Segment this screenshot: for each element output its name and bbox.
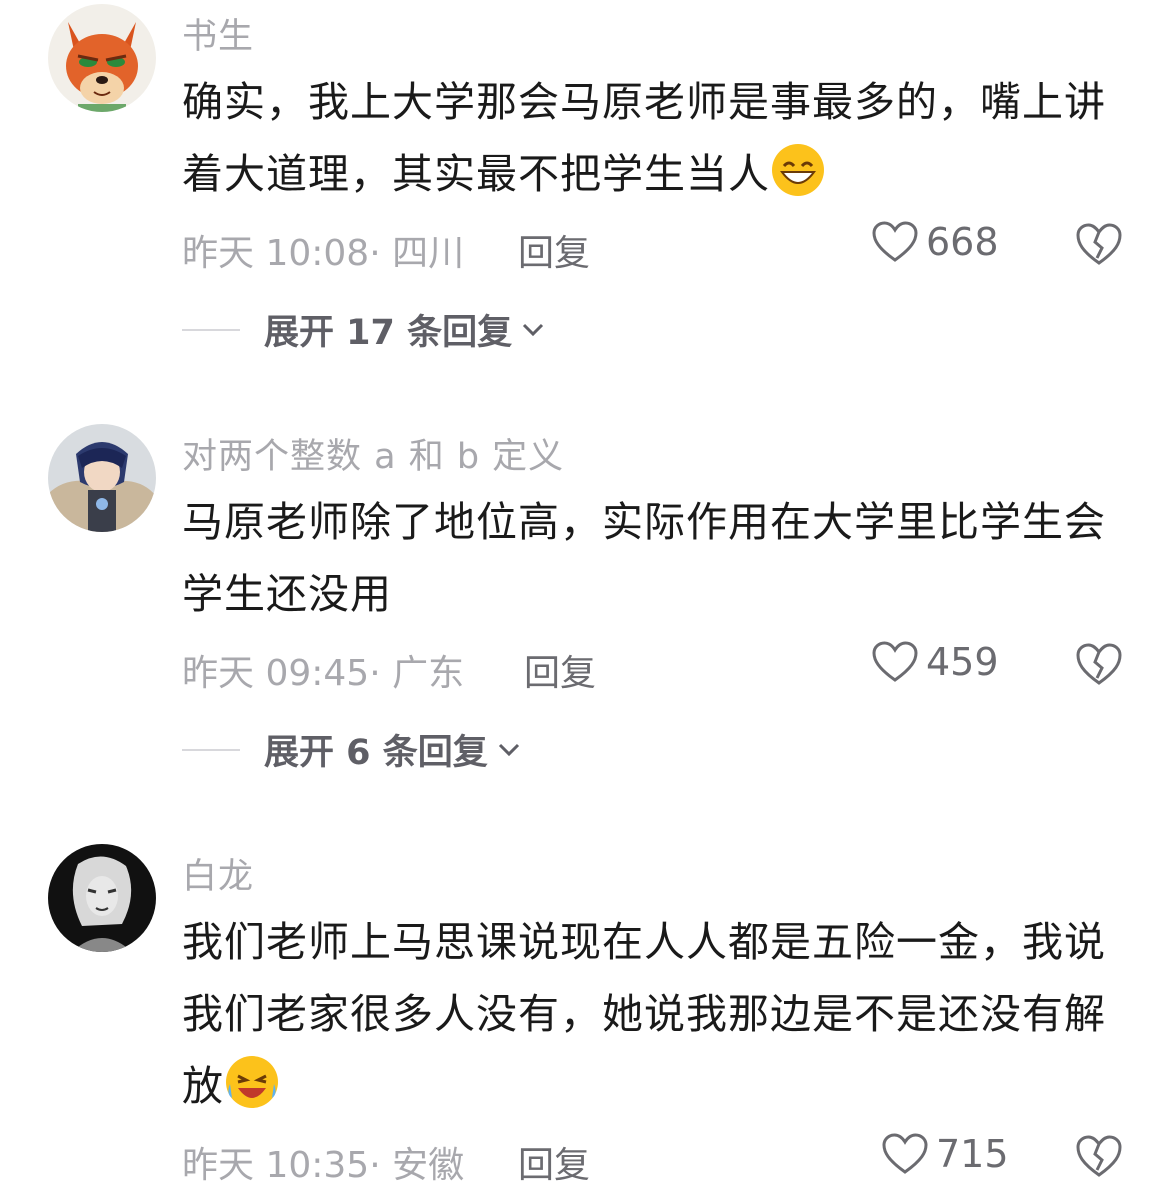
- comment-text: 确实，我上大学那会马原老师是事最多的，嘴上讲着大道理，其实最不把学生当人: [182, 66, 1112, 210]
- comment-location: 广东: [392, 653, 465, 694]
- like-count: 459: [926, 640, 999, 684]
- username[interactable]: 对两个整数 a 和 b 定义: [182, 428, 564, 479]
- comment-text: 马原老师除了地位高，实际作用在大学里比学生会学生还没用: [182, 498, 1106, 618]
- fox-avatar[interactable]: [48, 4, 156, 112]
- broken-heart-icon[interactable]: [1076, 642, 1122, 686]
- reply-button[interactable]: 回复: [518, 224, 590, 276]
- heart-icon: [872, 641, 918, 682]
- expand-replies[interactable]: 展开 17 条回复: [182, 304, 546, 355]
- dark-portrait-avatar[interactable]: [48, 844, 156, 952]
- expand-label: 展开 6 条回复: [264, 733, 488, 773]
- laugh-cry-emoji: [226, 1056, 278, 1108]
- divider-line: [182, 328, 240, 331]
- heart-icon: [872, 221, 918, 262]
- comment-location: 四川: [392, 233, 465, 274]
- comment-meta: 昨天 10:35· 安徽: [182, 1145, 465, 1186]
- comment-meta: 昨天 10:08· 四川: [182, 233, 465, 274]
- heart-icon: [882, 1133, 928, 1174]
- like-count: 715: [936, 1132, 1009, 1176]
- grin-emoji: [772, 144, 824, 196]
- like-button[interactable]: 715: [882, 1132, 1009, 1176]
- comment-meta: 昨天 09:45· 广东: [182, 653, 465, 694]
- chevron-down-icon: [498, 743, 519, 756]
- like-count: 668: [926, 220, 999, 264]
- broken-heart-icon[interactable]: [1076, 1134, 1122, 1178]
- comment-body: 我们老师上马思课说现在人人都是五险一金，我说我们老家很多人没有，她说我那边是不是…: [182, 918, 1106, 1110]
- comment-time: 昨天 10:35: [182, 1145, 370, 1186]
- expand-label: 展开 17 条回复: [264, 313, 513, 353]
- reply-button[interactable]: 回复: [518, 1136, 590, 1188]
- anime-avatar[interactable]: [48, 424, 156, 532]
- like-button[interactable]: 459: [872, 640, 999, 684]
- comment-time: 昨天 10:08: [182, 233, 370, 274]
- comment-time: 昨天 09:45: [182, 653, 370, 694]
- comment-location: 安徽: [392, 1145, 465, 1186]
- broken-heart-icon[interactable]: [1076, 222, 1122, 266]
- like-button[interactable]: 668: [872, 220, 999, 264]
- username[interactable]: 白龙: [182, 848, 254, 899]
- comment-text: 我们老师上马思课说现在人人都是五险一金，我说我们老家很多人没有，她说我那边是不是…: [182, 906, 1112, 1122]
- username[interactable]: 书生: [182, 8, 254, 59]
- expand-replies[interactable]: 展开 6 条回复: [182, 724, 522, 775]
- comment-body: 确实，我上大学那会马原老师是事最多的，嘴上讲着大道理，其实最不把学生当人: [182, 78, 1106, 198]
- chevron-down-icon: [523, 323, 544, 336]
- reply-button[interactable]: 回复: [524, 644, 596, 696]
- divider-line: [182, 748, 240, 751]
